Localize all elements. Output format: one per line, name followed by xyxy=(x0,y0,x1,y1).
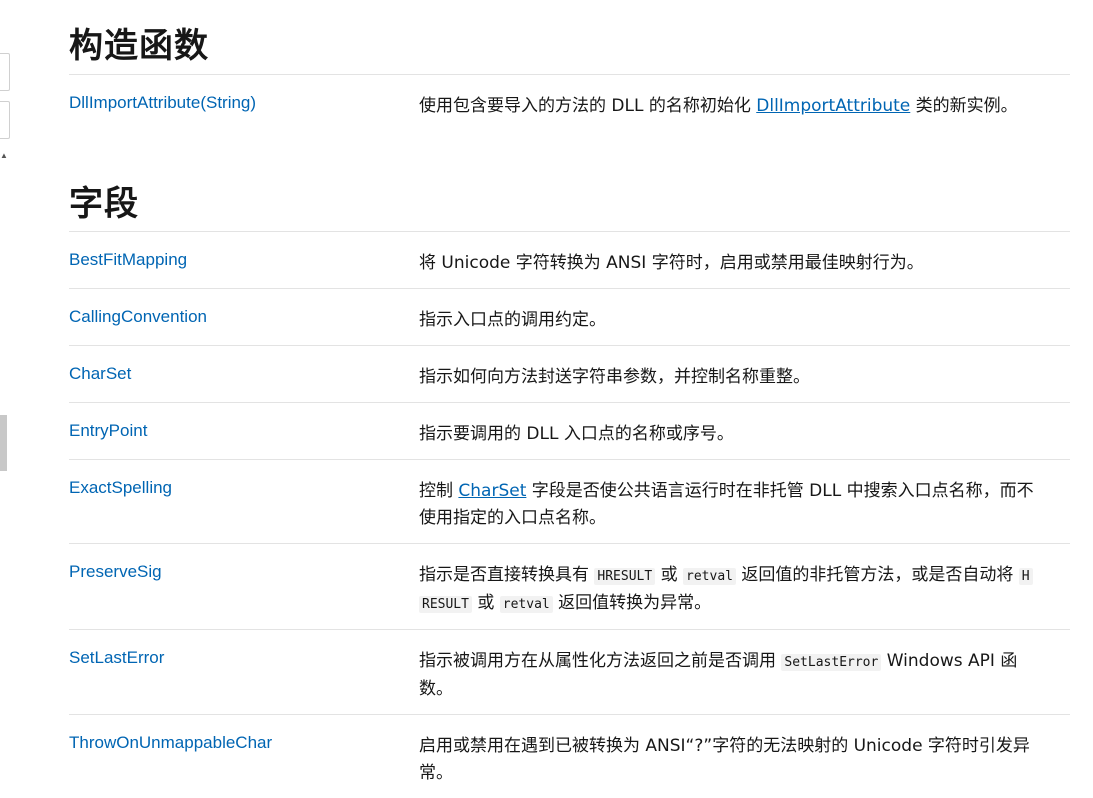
row-description: 启用或禁用在遇到已被转换为 ANSI“?”字符的无法映射的 Unicode 字符… xyxy=(419,736,1030,783)
field-link-bestfitmapping[interactable]: BestFitMapping xyxy=(69,250,187,270)
desc-text: 使用包含要导入的方法的 DLL 的名称初始化 xyxy=(419,96,757,116)
row-description: 使用包含要导入的方法的 DLL 的名称初始化 DllImportAttribut… xyxy=(419,75,1070,131)
field-link-entrypoint[interactable]: EntryPoint xyxy=(69,421,147,441)
code-hresult: HRESULT xyxy=(594,568,656,585)
fields-table: BestFitMapping 将 Unicode 字符转换为 ANSI 字符时，… xyxy=(69,231,1070,798)
row-description: 指示被调用方在从属性化方法返回之前是否调用 SetLastError Windo… xyxy=(419,630,1070,714)
field-link-callingconvention[interactable]: CallingConvention xyxy=(69,307,207,327)
desc-text: 指示被调用方在从属性化方法返回之前是否调用 xyxy=(419,651,782,671)
code-retval: retval xyxy=(683,568,736,585)
table-row: EntryPoint 指示要调用的 DLL 入口点的名称或序号。 xyxy=(69,402,1070,459)
desc-text: 控制 xyxy=(419,481,459,501)
table-row: CharSet 指示如何向方法封送字符串参数，并控制名称重整。 xyxy=(69,345,1070,402)
code-hresult-part2: RESULT xyxy=(419,596,472,613)
row-description: 指示入口点的调用约定。 xyxy=(419,310,606,330)
row-description: 将 Unicode 字符转换为 ANSI 字符时，启用或禁用最佳映射行为。 xyxy=(419,253,924,273)
field-link-exactspelling[interactable]: ExactSpelling xyxy=(69,478,172,498)
row-description: 指示如何向方法封送字符串参数，并控制名称重整。 xyxy=(419,367,810,387)
left-rail: ▲ xyxy=(0,0,10,779)
table-row: ThrowOnUnmappableChar 启用或禁用在遇到已被转换为 ANSI… xyxy=(69,714,1070,798)
row-description: 指示要调用的 DLL 入口点的名称或序号。 xyxy=(419,424,734,444)
constructor-link[interactable]: DllImportAttribute(String) xyxy=(69,93,256,113)
desc-text: 返回值转换为异常。 xyxy=(552,593,712,613)
rail-input-box[interactable] xyxy=(0,53,10,91)
code-retval: retval xyxy=(499,596,553,613)
scrollbar-thumb[interactable] xyxy=(0,415,7,471)
desc-text: 指示是否直接转换具有 xyxy=(419,565,595,585)
table-row: CallingConvention 指示入口点的调用约定。 xyxy=(69,288,1070,345)
row-description: 指示是否直接转换具有 HRESULT 或 retval 返回值的非托管方法，或是… xyxy=(419,544,1070,629)
code-setlasterror: SetLastError xyxy=(781,654,882,671)
table-row: PreserveSig 指示是否直接转换具有 HRESULT 或 retval … xyxy=(69,543,1070,629)
desc-text: 或 xyxy=(471,593,500,613)
code-hresult-part1: H xyxy=(1018,568,1033,585)
table-row: BestFitMapping 将 Unicode 字符转换为 ANSI 字符时，… xyxy=(69,231,1070,288)
table-row: DllImportAttribute(String) 使用包含要导入的方法的 D… xyxy=(69,74,1070,131)
desc-text: 或 xyxy=(655,565,684,585)
row-description: 控制 CharSet 字段是否使公共语言运行时在非托管 DLL 中搜索入口点名称… xyxy=(419,460,1070,543)
fields-heading: 字段 xyxy=(69,184,139,224)
table-row: ExactSpelling 控制 CharSet 字段是否使公共语言运行时在非托… xyxy=(69,459,1070,543)
desc-text: 返回值的非托管方法，或是否自动将 xyxy=(735,565,1019,585)
desc-text: 类的新实例。 xyxy=(910,96,1018,116)
field-link-setlasterror[interactable]: SetLastError xyxy=(69,648,164,668)
table-row: SetLastError 指示被调用方在从属性化方法返回之前是否调用 SetLa… xyxy=(69,629,1070,714)
field-link-charset[interactable]: CharSet xyxy=(69,364,131,384)
field-link-preservesig[interactable]: PreserveSig xyxy=(69,562,162,582)
scroll-up-arrow-icon[interactable]: ▲ xyxy=(0,152,8,160)
constructors-heading: 构造函数 xyxy=(69,26,209,66)
rail-input-box[interactable] xyxy=(0,101,10,139)
field-link-throwonunmappablechar[interactable]: ThrowOnUnmappableChar xyxy=(69,733,272,753)
charset-link[interactable]: CharSet xyxy=(458,481,526,501)
constructors-table: DllImportAttribute(String) 使用包含要导入的方法的 D… xyxy=(69,74,1070,131)
dllimportattribute-link[interactable]: DllImportAttribute xyxy=(756,96,910,116)
